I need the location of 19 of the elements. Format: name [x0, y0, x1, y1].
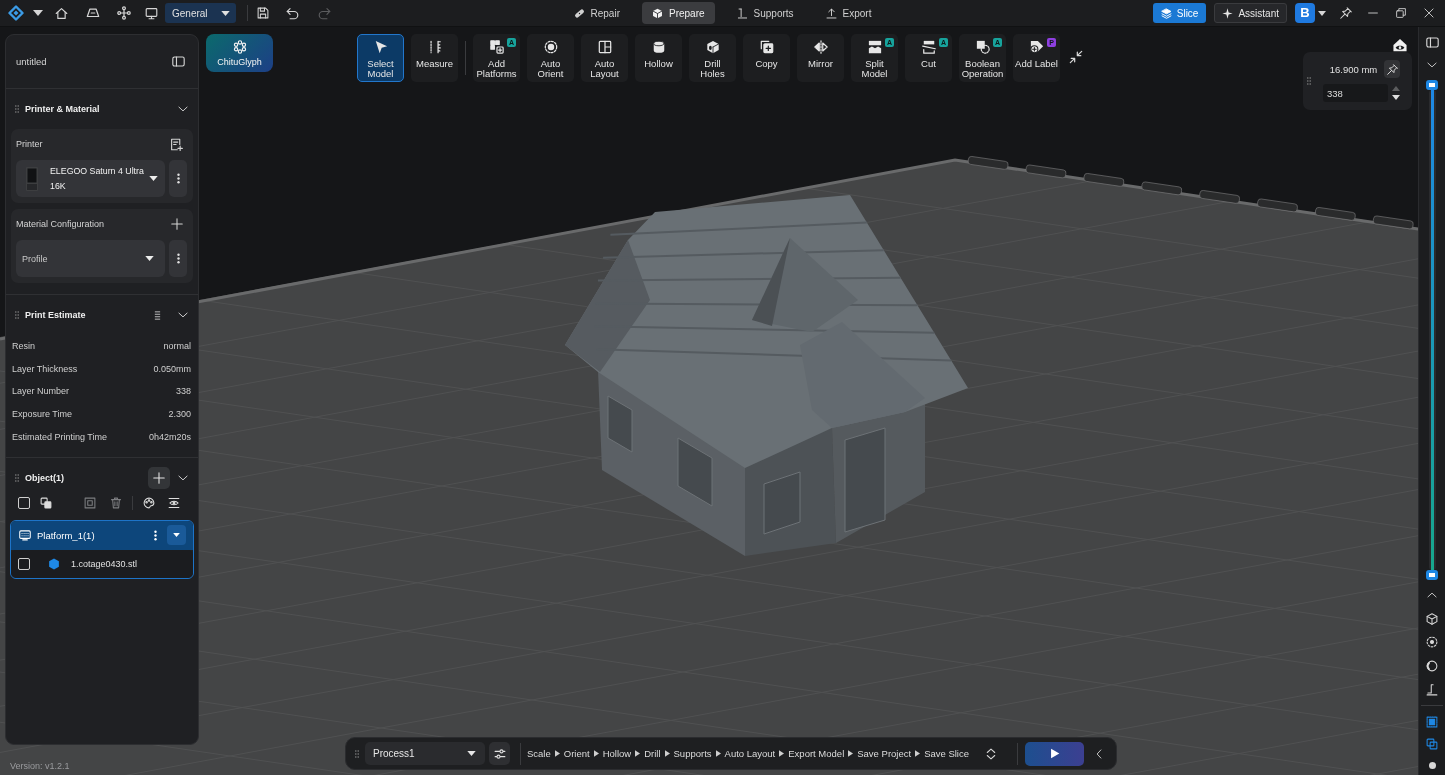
estimate-value: 338: [175, 386, 191, 397]
layer-height: 16.900 mm: [1328, 63, 1379, 75]
card-label: Material Configuration: [16, 219, 105, 229]
estimate-value: 0h42m20s: [148, 431, 191, 442]
version-label: Version: v1.2.1: [10, 761, 71, 772]
model-name: 1.cotage0430.stl: [71, 558, 138, 569]
estimate-value: 0.050mm: [153, 363, 191, 374]
estimate-value: normal: [163, 341, 191, 352]
section-title: Print Estimate: [25, 310, 86, 320]
project-title: untitled: [16, 56, 47, 67]
section-title: Printer & Material: [25, 104, 100, 114]
estimate-label: Layer Number: [12, 386, 70, 397]
estimate-label: Exposure Time: [12, 409, 73, 420]
card-label: Printer: [16, 139, 43, 149]
estimate-label: Resin: [12, 341, 35, 352]
estimate-value: 2.300: [168, 409, 191, 420]
estimate-label: Layer Thickness: [12, 363, 78, 374]
section-title: Object(1): [25, 472, 64, 483]
estimate-label: Estimated Printing Time: [12, 431, 108, 442]
